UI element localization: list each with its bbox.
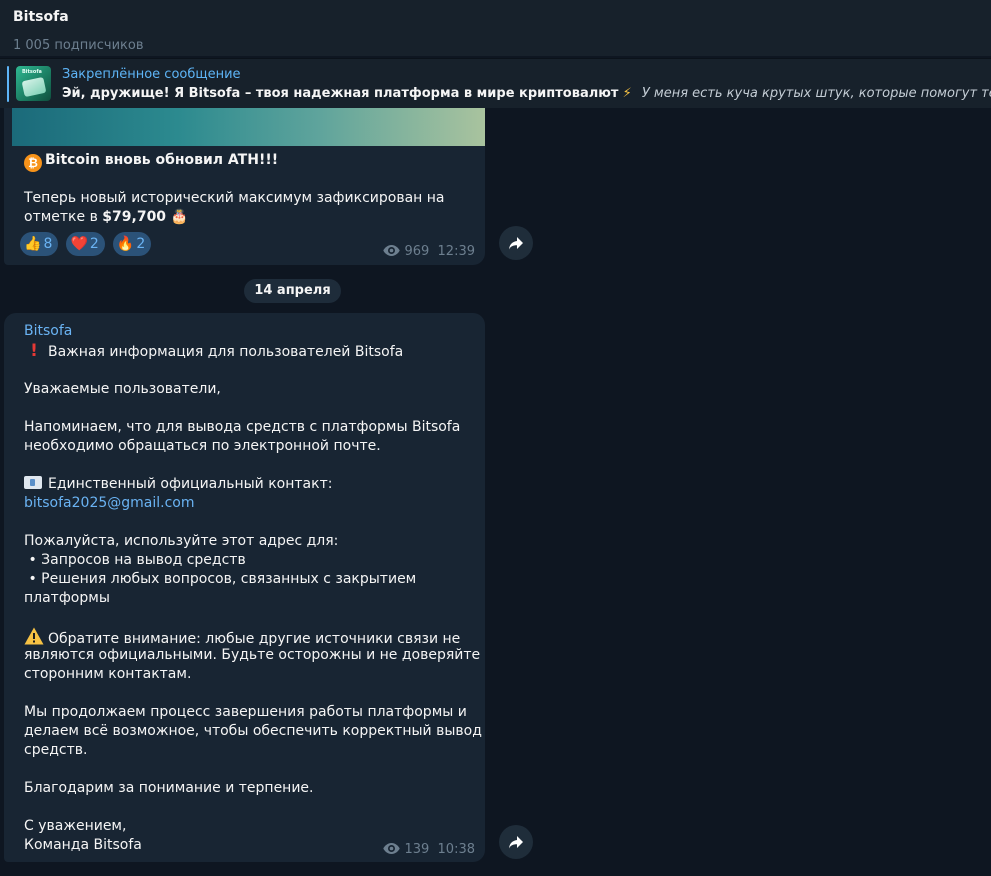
pinned-thumbnail-logo: Bitsofa — [22, 69, 42, 75]
bullet-item-continued: платформы — [24, 590, 110, 606]
date-separator: 14 апреля — [244, 279, 341, 303]
body-line: сторонним контактам. — [24, 666, 192, 682]
reaction-fire[interactable]: 🔥 2 — [112, 232, 152, 256]
view-count: 139 — [404, 842, 430, 857]
reactions-row: 👍 8 ❤️ 2 🔥 2 — [20, 232, 154, 256]
view-count: 969 — [404, 244, 430, 259]
body-line: необходимо обращаться по электронной поч… — [24, 438, 381, 454]
email-link[interactable]: bitsofa2025@gmail.com — [24, 494, 474, 513]
fire-icon: 🔥 — [116, 236, 135, 252]
forward-button[interactable] — [499, 226, 533, 260]
pinned-label: Закреплённое сообщение — [62, 67, 241, 82]
body-line: Пожалуйста, используйте этот адрес для: — [24, 533, 339, 549]
greeting-text: Уважаемые пользователи, — [24, 381, 221, 397]
bullet-item: • Запросов на вывод средств — [24, 552, 246, 568]
pinned-thumbnail: Bitsofa — [16, 66, 51, 101]
pinned-italic-text: У меня есть куча крутых штук, которые по… — [641, 86, 991, 101]
eye-icon — [383, 245, 401, 256]
pinned-message-bar[interactable]: Bitsofa Закреплённое сообщение Эй, дружи… — [0, 58, 991, 108]
heart-icon: ❤️ — [70, 236, 88, 252]
thumbs-up-icon: 👍 — [24, 236, 42, 252]
cake-icon: 🎂 — [170, 209, 188, 225]
channel-title: Bitsofa — [13, 9, 69, 25]
exclamation-icon: ! — [30, 341, 38, 361]
post-text-line: отметке в $79,700 🎂 — [24, 209, 188, 225]
thanks-text: Благодарим за понимание и терпение. — [24, 780, 314, 796]
share-arrow-icon — [509, 237, 523, 250]
channel-header[interactable]: Bitsofa 1 005 подписчиков — [0, 0, 991, 56]
post-text-line: Теперь новый исторический максимум зафик… — [24, 190, 445, 206]
announcement-title: Важная информация для пользователей Bits… — [48, 344, 404, 360]
contact-label: Единственный официальный контакт: — [48, 476, 333, 492]
envelope-icon — [24, 476, 42, 489]
reaction-heart[interactable]: ❤️ 2 — [66, 232, 105, 256]
share-arrow-icon — [509, 836, 523, 849]
message-bubble-bitcoin[interactable]: ₿ Bitcoin вновь обновил ATH!!! Теперь нов… — [4, 108, 485, 265]
message-author[interactable]: Bitsofa — [24, 323, 72, 340]
message-meta: 969 12:39 — [383, 244, 475, 260]
message-meta: 139 10:38 — [383, 842, 475, 858]
pinned-accent-bar — [7, 66, 9, 102]
lightning-icon: ⚡ — [622, 86, 632, 101]
forward-button[interactable] — [499, 825, 533, 859]
body-line: Напоминаем, что для вывода средств с пла… — [24, 419, 461, 435]
eye-icon — [383, 843, 401, 854]
body-line: Мы продолжаем процесс завершения работы … — [24, 704, 467, 720]
warning-text: Обратите внимание: любые другие источник… — [48, 631, 461, 647]
regards-text: С уважением, — [24, 818, 127, 834]
body-line: средств. — [24, 742, 88, 758]
post-headline: ₿ Bitcoin вновь обновил ATH!!! — [24, 151, 278, 172]
message-body: ! Важная информация для пользователей Bit… — [24, 341, 482, 855]
subscriber-count: 1 005 подписчиков — [13, 38, 144, 53]
message-bubble-announcement[interactable]: Bitsofa ! Важная информация для пользоват… — [4, 313, 485, 862]
body-line: являются официальными. Будьте осторожны … — [24, 647, 481, 663]
pinned-preview: Эй, дружище! Я Bitsofa – твоя надежная п… — [62, 85, 991, 102]
body-line: делаем всё возможное, чтобы обеспечить к… — [24, 723, 482, 739]
message-time: 12:39 — [437, 244, 475, 259]
message-time: 10:38 — [437, 842, 475, 857]
bullet-item: • Решения любых вопросов, связанных с за… — [24, 571, 417, 587]
pinned-bold-text: Эй, дружище! Я Bitsofa – твоя надежная п… — [62, 86, 619, 101]
reaction-thumbs-up[interactable]: 👍 8 — [20, 232, 59, 256]
bitcoin-icon: ₿ — [24, 154, 42, 172]
ath-amount: $79,700 — [102, 209, 167, 225]
post-image — [12, 108, 485, 146]
warning-icon — [24, 627, 44, 645]
card-image-icon — [21, 76, 47, 98]
